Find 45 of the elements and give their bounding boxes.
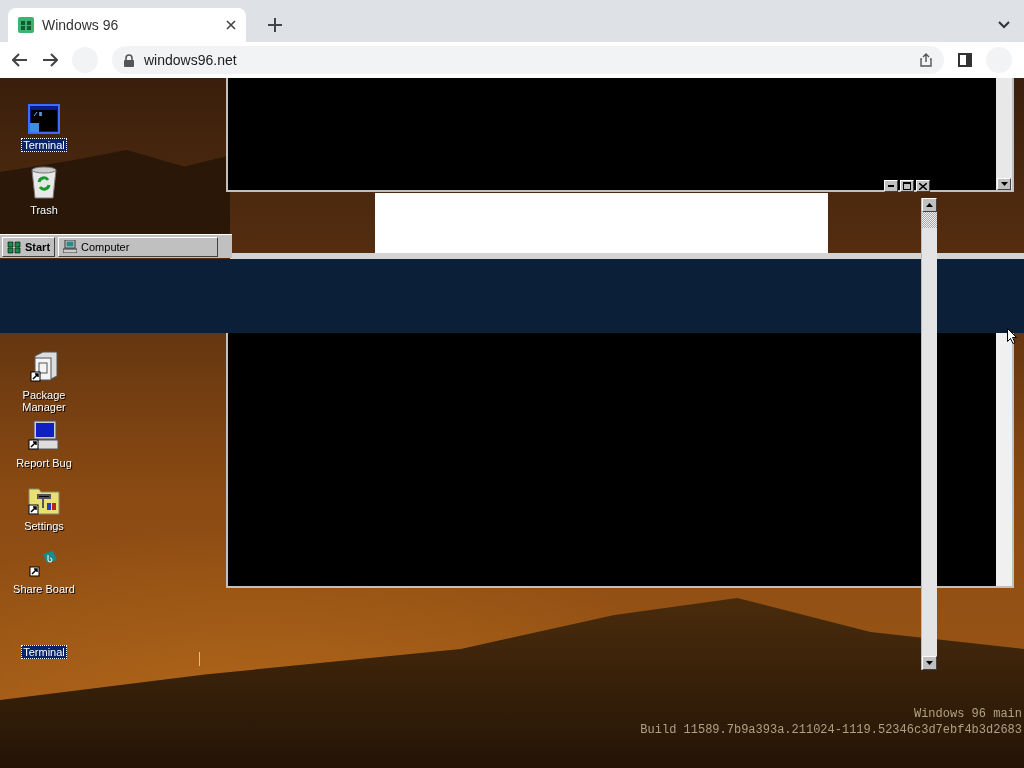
scroll-down-button[interactable]	[922, 656, 937, 670]
start-button[interactable]: Start	[2, 236, 56, 257]
icon-label[interactable]: Package Manager	[8, 388, 80, 414]
icon-label[interactable]: Terminal	[21, 645, 67, 659]
text-cursor	[199, 652, 200, 666]
recycle-bin-icon[interactable]	[29, 165, 59, 199]
icon-label[interactable]: Share Board	[11, 582, 77, 596]
close-icon	[919, 182, 927, 190]
arrow-up-icon	[926, 203, 933, 207]
side-panel-icon[interactable]	[958, 53, 972, 67]
close-button[interactable]	[916, 180, 930, 192]
arrow-down-icon	[1000, 182, 1008, 186]
window-logo-icon	[7, 239, 21, 254]
scroll-up-button[interactable]	[922, 198, 937, 212]
maximize-icon	[903, 182, 911, 190]
maximize-button[interactable]	[900, 180, 914, 192]
icon-label[interactable]: Terminal	[21, 138, 67, 152]
minimize-button[interactable]	[884, 180, 898, 192]
tag-icon[interactable]	[29, 550, 59, 578]
forward-arrow-icon[interactable]	[42, 53, 58, 67]
taskbar-button[interactable]: Computer	[58, 236, 219, 257]
package-box-icon[interactable]	[29, 350, 59, 384]
close-icon[interactable]	[226, 20, 236, 30]
address-text: windows96.net	[144, 52, 237, 68]
scrollbar[interactable]	[921, 198, 937, 670]
mouse-pointer-icon	[1007, 328, 1017, 344]
folder-tools-icon[interactable]	[28, 485, 60, 515]
browser-tab[interactable]: Windows 96	[8, 8, 246, 42]
arrow-down-icon	[926, 661, 933, 665]
share-icon[interactable]	[920, 53, 932, 67]
minimize-icon	[888, 185, 894, 187]
icon-label[interactable]: Settings	[22, 519, 66, 533]
address-bar[interactable]: windows96.net	[112, 46, 944, 74]
build-info-text: Windows 96 main	[912, 706, 1022, 722]
computer-icon	[63, 240, 78, 253]
build-info-text: Build 11589.7b9a393a.211024-1119.52346c3d7ebf4b3d2683	[640, 722, 1022, 738]
back-arrow-icon[interactable]	[12, 53, 28, 67]
terminal-window-icon[interactable]	[28, 104, 60, 134]
window-logo-icon	[18, 17, 34, 33]
computer-monitor-icon[interactable]	[28, 420, 60, 452]
scroll-down-button[interactable]	[997, 178, 1011, 190]
scroll-thumb[interactable]	[922, 212, 937, 228]
lock-icon	[124, 53, 134, 67]
icon-label[interactable]: Report Bug	[14, 456, 74, 470]
icon-label[interactable]: Trash	[28, 203, 60, 217]
